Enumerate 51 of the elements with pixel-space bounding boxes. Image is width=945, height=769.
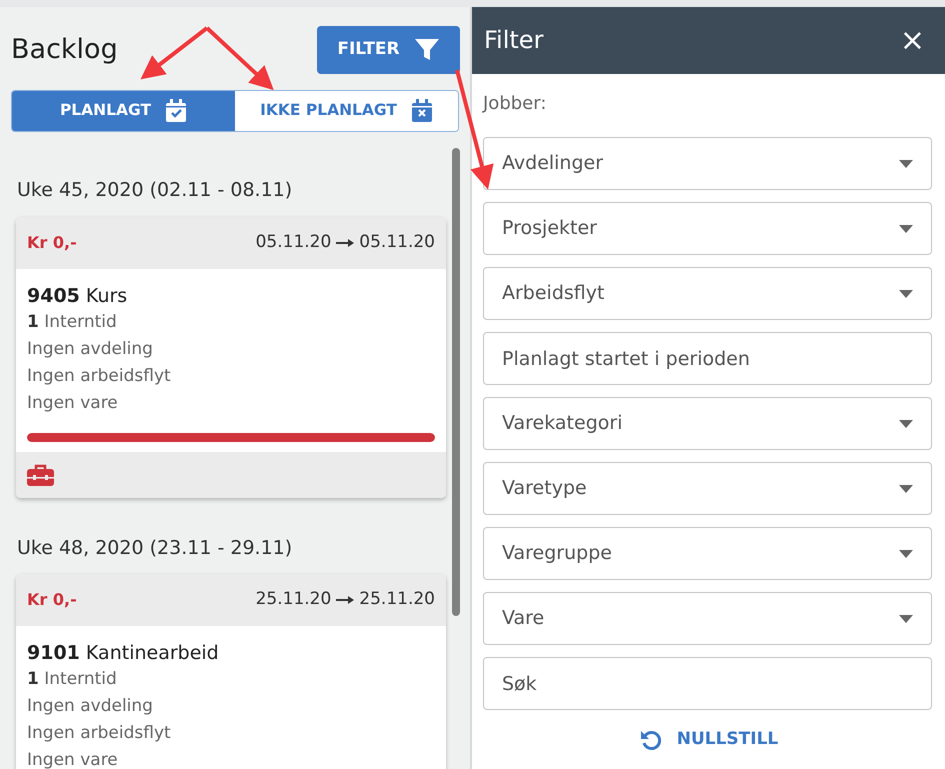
dropdown[interactable]: Avdelinger <box>483 137 932 190</box>
caret-icon <box>899 224 913 232</box>
arrow-right-icon <box>336 595 354 605</box>
job-title: 9405 Kurs <box>27 284 128 308</box>
caret-icon <box>899 614 913 622</box>
close-button[interactable]: × <box>900 26 925 56</box>
calendar-check-icon <box>165 99 188 123</box>
job-detail: 1 Interntid <box>27 310 118 334</box>
week-heading: Uke 48, 2020 (23.11 - 29.11) <box>17 536 294 560</box>
section-label: Jobber: <box>483 92 548 116</box>
annotation-arrow <box>140 26 208 80</box>
input-field[interactable]: Søk <box>483 657 932 710</box>
job-title: 9101 Kantinearbeid <box>27 641 220 666</box>
job-detail: 1 Interntid <box>27 668 118 691</box>
dropdown[interactable]: Prosjekter <box>483 202 932 255</box>
dropdown[interactable]: Varegruppe <box>483 527 932 580</box>
caret-icon <box>899 290 913 298</box>
arrow-right-icon <box>336 238 354 248</box>
dropdown[interactable]: Arbeidsflyt <box>483 267 932 320</box>
tab[interactable]: PLANLAGT <box>12 91 235 131</box>
job-detail: Ingen avdeling <box>27 338 154 360</box>
dropdown[interactable]: Varekategori <box>483 397 932 450</box>
date-text: 05.11.20 <box>256 230 332 254</box>
caret-icon <box>899 160 913 168</box>
job-detail: Ingen vare <box>27 749 119 769</box>
annotation-arrow <box>206 26 274 90</box>
caret-icon <box>899 420 913 428</box>
price-label: Kr 0,- <box>27 232 77 254</box>
caret-icon <box>899 484 913 492</box>
date-text: 25.11.20 <box>359 588 435 612</box>
price-label: Kr 0,- <box>27 589 77 611</box>
page-title: Backlog <box>11 34 118 66</box>
job-detail: Ingen avdeling <box>27 695 154 718</box>
input-field[interactable]: Planlagt startet i perioden <box>483 332 932 385</box>
dropdown[interactable]: Varetype <box>483 462 932 515</box>
date-text: 05.11.20 <box>359 230 435 254</box>
week-heading: Uke 45, 2020 (02.11 - 08.11) <box>17 178 294 203</box>
filter-button[interactable]: FILTER <box>317 26 460 74</box>
job-card[interactable]: Kr 0,- 25.11.20 25.11.20 9101 Kantinearbeid 1 Interntid Ingen avdeling Ingen arbeidsflyt Ingen vare <box>16 574 446 769</box>
job-card[interactable]: Kr 0,- 05.11.20 05.11.20 9405 Kurs 1 Interntid Ingen avdeling Ingen arbeidsflyt Ingen vare <box>16 216 446 498</box>
panel-title: Filter <box>484 26 544 55</box>
scrollbar-thumb[interactable] <box>452 148 460 616</box>
filter-icon <box>414 37 440 63</box>
calendar-x-icon <box>410 99 433 123</box>
reset-button[interactable]: NULLSTILL <box>632 726 784 754</box>
dropdown[interactable]: Vare <box>483 592 932 645</box>
job-detail: Ingen arbeidsflyt <box>27 722 172 745</box>
job-detail: Ingen arbeidsflyt <box>27 364 172 388</box>
job-detail: Ingen vare <box>27 392 119 414</box>
caret-icon <box>899 550 913 558</box>
date-text: 25.11.20 <box>256 588 332 612</box>
